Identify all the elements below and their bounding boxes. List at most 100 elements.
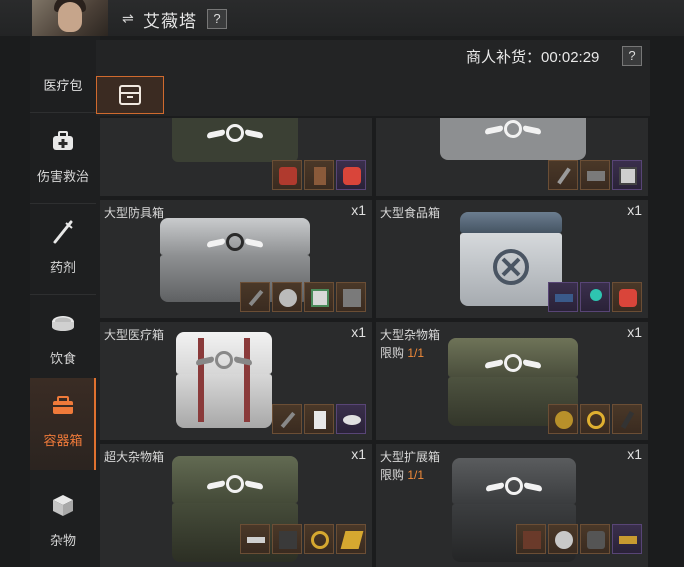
gauge-icon: [555, 531, 573, 549]
restock-help-button[interactable]: ?: [622, 46, 642, 66]
device-icon: [279, 531, 297, 549]
tablet-icon: [619, 167, 637, 185]
container-icon: [53, 396, 73, 414]
reward-slot[interactable]: [240, 282, 270, 312]
item-title: 大型医疗箱: [104, 328, 165, 342]
merchant-screen: ⇌ 艾薇塔 ? 商人补货：00:02:29 ? 医疗包 伤害救治 药剂 饮食 容…: [0, 0, 684, 567]
disc-icon: [343, 415, 361, 425]
purchase-limit: 限购 1/1: [380, 466, 424, 483]
container-image: [176, 332, 272, 428]
container-image: [440, 118, 586, 160]
red-box-icon: [619, 289, 637, 307]
reward-slot[interactable]: [272, 160, 302, 190]
item-title: 大型防具箱: [104, 206, 165, 220]
reward-slot[interactable]: [304, 524, 334, 554]
tool-icon: [587, 171, 605, 181]
shop-item-card[interactable]: 超大杂物箱 x1: [100, 444, 372, 567]
syringe-icon: [280, 411, 296, 429]
chest-icon: [523, 531, 541, 549]
gold-bar-icon: [340, 531, 364, 549]
category-food[interactable]: 饮食: [30, 296, 96, 384]
reward-slot[interactable]: [516, 524, 546, 554]
reward-slot[interactable]: [580, 524, 610, 554]
food-emblem-icon: [493, 249, 529, 285]
reward-slot[interactable]: [612, 160, 642, 190]
clock-icon: [314, 167, 326, 185]
shop-item-card[interactable]: 大型防具箱 x1: [100, 200, 372, 318]
reward-slot[interactable]: [548, 160, 578, 190]
divider: [30, 112, 96, 113]
reward-slot[interactable]: [580, 160, 610, 190]
reward-slot[interactable]: [304, 160, 334, 190]
coin-icon: [555, 411, 573, 429]
character-help-button[interactable]: ?: [207, 9, 227, 29]
reward-slot[interactable]: [272, 404, 302, 434]
category-label: 杂物: [49, 533, 76, 548]
reward-slot[interactable]: [304, 404, 334, 434]
reward-slot[interactable]: [548, 524, 578, 554]
divider: [30, 203, 96, 204]
red-box-icon: [343, 167, 361, 185]
category-misc[interactable]: 杂物: [30, 478, 96, 566]
restock-timer: 商人补货：00:02:29: [466, 49, 600, 66]
shop-item-card[interactable]: 大型食品箱 x1: [376, 200, 648, 318]
reward-slot[interactable]: [304, 282, 334, 312]
misc-box-icon: [53, 495, 73, 516]
reward-slot[interactable]: [336, 282, 366, 312]
item-quantity: x1: [351, 324, 366, 340]
character-name: 艾薇塔: [143, 12, 197, 31]
camera-icon: [587, 531, 605, 549]
shop-item-card[interactable]: 大型扩展箱 x1 限购 1/1: [376, 444, 648, 567]
tab-container[interactable]: [96, 76, 164, 114]
item-title: 大型杂物箱: [380, 328, 441, 342]
item-title: 大型食品箱: [380, 206, 441, 220]
reward-slot[interactable]: [612, 404, 642, 434]
item-quantity: x1: [351, 202, 366, 218]
reward-slot[interactable]: [580, 404, 610, 434]
category-label: 饮食: [49, 351, 76, 366]
reward-slot[interactable]: [336, 404, 366, 434]
reward-slot[interactable]: [548, 404, 578, 434]
category-container[interactable]: 容器箱: [30, 378, 96, 470]
reward-slot[interactable]: [272, 524, 302, 554]
tool-icon: [620, 410, 635, 430]
character-portrait[interactable]: [32, 0, 108, 36]
category-label: 容器箱: [43, 433, 83, 448]
key-icon: [590, 289, 602, 301]
reward-slot[interactable]: [336, 524, 366, 554]
container-tab-icon: [119, 85, 141, 105]
item-quantity: x1: [627, 324, 642, 340]
category-label: 伤害救治: [36, 169, 89, 184]
shop-item-card[interactable]: 大型医疗箱 x1: [100, 322, 372, 440]
swap-icon[interactable]: ⇌: [122, 10, 134, 27]
item-title: 大型扩展箱: [380, 450, 441, 464]
reward-slot[interactable]: [580, 282, 610, 312]
food-can-icon: [52, 316, 74, 331]
gauge-icon: [279, 289, 297, 307]
shop-item-card[interactable]: 大型杂物箱 x1 限购 1/1: [376, 322, 648, 440]
reward-slot[interactable]: [336, 160, 366, 190]
document-icon: [311, 289, 329, 307]
item-title: 超大杂物箱: [104, 450, 165, 464]
item-quantity: x1: [627, 446, 642, 462]
shop-item-card[interactable]: [100, 118, 372, 196]
shop-item-card[interactable]: [376, 118, 648, 196]
red-kit-icon: [279, 167, 297, 185]
category-injury[interactable]: 伤害救治: [30, 114, 96, 202]
portrait-face: [58, 2, 82, 32]
limit-label: 限购: [380, 468, 405, 482]
category-medicine[interactable]: 药剂: [30, 205, 96, 293]
ring-icon: [587, 411, 605, 429]
reward-slot[interactable]: [612, 524, 642, 554]
medkit-icon: [53, 131, 73, 150]
category-medkit[interactable]: 医疗包: [30, 72, 96, 100]
ring-icon: [311, 531, 329, 549]
reward-slot[interactable]: [548, 282, 578, 312]
limit-label: 限购: [380, 346, 405, 360]
bottle-icon: [314, 411, 326, 429]
reward-slot[interactable]: [272, 282, 302, 312]
limit-value: 1/1: [407, 468, 425, 482]
category-label: 药剂: [49, 260, 76, 275]
reward-slot[interactable]: [612, 282, 642, 312]
reward-slot[interactable]: [240, 524, 270, 554]
